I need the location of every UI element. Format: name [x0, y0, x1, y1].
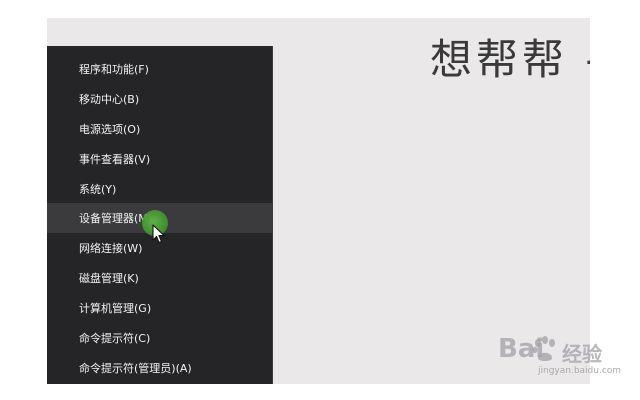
menu-item-label: 命令提示符(管理员)(A) [79, 362, 192, 375]
watermark-url: jingyan.baidu.com [538, 366, 622, 376]
menu-item-disk-management[interactable]: 磁盘管理(K) [47, 263, 272, 293]
watermark-suffix: 经验 [562, 342, 602, 366]
baidu-paw-icon [532, 336, 555, 361]
menu-item-label: 计算机管理(G) [79, 302, 152, 315]
menu-item-system[interactable]: 系统(Y) [47, 174, 272, 204]
menu-item-label: 磁盘管理(K) [79, 272, 139, 285]
menu-item-mobility-center[interactable]: 移动中心(B) [47, 84, 272, 114]
menu-item-label: 程序和功能(F) [79, 63, 149, 76]
menu-item-event-viewer[interactable]: 事件查看器(V) [47, 144, 272, 174]
menu-item-command-prompt[interactable]: 命令提示符(C) [47, 323, 272, 353]
menu-item-label: 系统(Y) [79, 183, 117, 196]
background-title: 想帮帮 - [430, 35, 590, 84]
menu-item-power-options[interactable]: 电源选项(O) [47, 114, 272, 144]
baidu-jingyan-watermark: Bai 经验 jingyan.baidu.com [498, 328, 622, 384]
menu-item-label: 事件查看器(V) [79, 153, 151, 166]
menu-item-label: 移动中心(B) [79, 93, 140, 106]
mouse-cursor-icon [152, 224, 165, 244]
menu-item-label: 命令提示符(C) [79, 332, 151, 345]
menu-item-programs-features[interactable]: 程序和功能(F) [47, 54, 272, 84]
menu-item-label: 网络连接(W) [79, 242, 143, 255]
menu-item-label: 电源选项(O) [79, 123, 141, 136]
menu-item-command-prompt-admin[interactable]: 命令提示符(管理员)(A) [47, 353, 272, 383]
menu-item-computer-management[interactable]: 计算机管理(G) [47, 293, 272, 323]
